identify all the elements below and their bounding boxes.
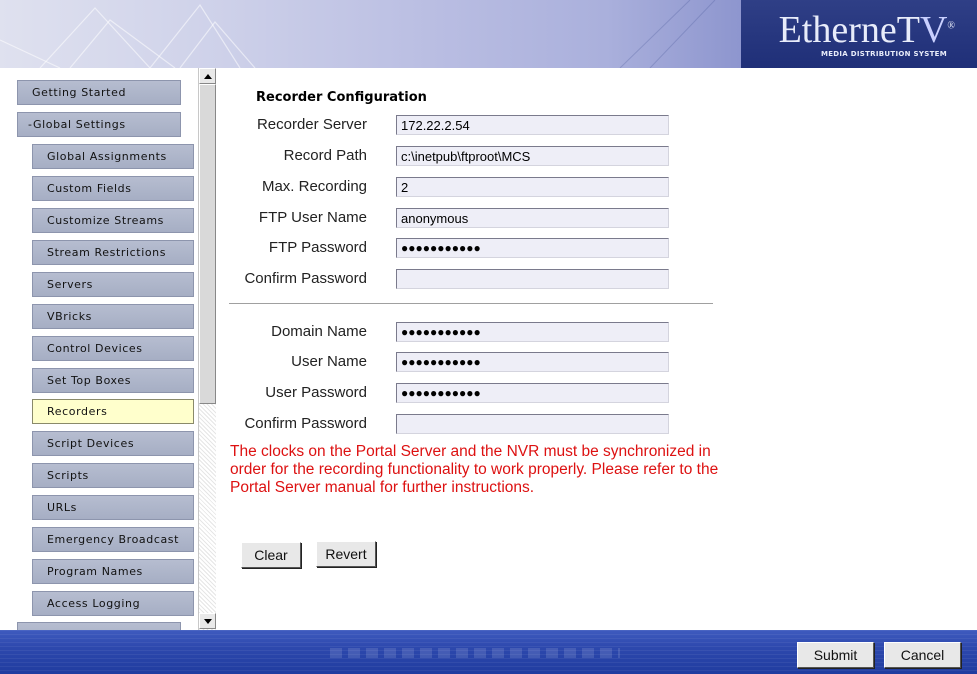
clear-button[interactable]: Clear bbox=[241, 542, 301, 568]
record-path-input[interactable]: c:\inetpub\ftproot\MCS bbox=[396, 146, 669, 166]
max-recording-input[interactable]: 2 bbox=[396, 177, 669, 197]
user-confirm-password-label: Confirm Password bbox=[244, 415, 367, 432]
ftp-confirm-password-input[interactable] bbox=[396, 269, 669, 289]
domain-name-input[interactable]: ●●●●●●●●●●● bbox=[396, 322, 669, 342]
page-title: Recorder Configuration bbox=[256, 90, 427, 105]
ftp-password-label: FTP Password bbox=[268, 239, 367, 256]
sidebar-item-recorders[interactable]: Recorders bbox=[32, 399, 194, 424]
sidebar-item-global-assignments[interactable]: Global Assignments bbox=[32, 144, 194, 169]
arrow-up-icon bbox=[204, 74, 212, 79]
revert-button[interactable]: Revert bbox=[316, 541, 376, 567]
recorder-server-label: Recorder Server bbox=[256, 116, 367, 133]
logo: EtherneTV® MEDIA DISTRIBUTION SYSTEM bbox=[741, 0, 977, 68]
sidebar-nav: Getting Started -Global Settings Global … bbox=[0, 68, 196, 630]
scroll-down-button[interactable] bbox=[199, 613, 216, 629]
user-confirm-password-input[interactable] bbox=[396, 414, 669, 434]
sidebar-item-stream-restrictions[interactable]: Stream Restrictions bbox=[32, 240, 194, 265]
arrow-down-icon bbox=[204, 619, 212, 624]
ftp-confirm-password-label: Confirm Password bbox=[244, 270, 367, 287]
record-path-label: Record Path bbox=[283, 147, 367, 164]
cancel-button[interactable]: Cancel bbox=[884, 642, 961, 668]
submit-button[interactable]: Submit bbox=[797, 642, 874, 668]
sidebar-item-customize-streams[interactable]: Customize Streams bbox=[32, 208, 194, 233]
sidebar-item-control-devices[interactable]: Control Devices bbox=[32, 336, 194, 361]
sidebar-item-urls[interactable]: URLs bbox=[32, 495, 194, 520]
clock-sync-warning: The clocks on the Portal Server and the … bbox=[230, 443, 719, 496]
domain-name-label: Domain Name bbox=[271, 323, 367, 340]
logo-text: EtherneTV® bbox=[778, 9, 955, 51]
sidebar-scrollbar[interactable] bbox=[198, 68, 216, 630]
footer-decoration bbox=[330, 648, 620, 658]
ftp-password-input[interactable]: ●●●●●●●●●●● bbox=[396, 238, 669, 258]
user-password-input[interactable]: ●●●●●●●●●●● bbox=[396, 383, 669, 403]
sidebar-item-vbricks[interactable]: VBricks bbox=[32, 304, 194, 329]
sidebar-item-custom-fields[interactable]: Custom Fields bbox=[32, 176, 194, 201]
main-content: Recorder Configuration Recorder Server 1… bbox=[216, 68, 977, 630]
footer-bar: Submit Cancel bbox=[0, 630, 977, 674]
sidebar-item-set-top-boxes[interactable]: Set Top Boxes bbox=[32, 368, 194, 393]
sidebar-item-program-names[interactable]: Program Names bbox=[32, 559, 194, 584]
recorder-server-input[interactable]: 172.22.2.54 bbox=[396, 115, 669, 135]
max-recording-label: Max. Recording bbox=[261, 178, 367, 195]
sidebar-item-script-devices[interactable]: Script Devices bbox=[32, 431, 194, 456]
logo-subtitle: MEDIA DISTRIBUTION SYSTEM bbox=[820, 50, 947, 58]
scroll-up-button[interactable] bbox=[199, 68, 216, 84]
user-name-input[interactable]: ●●●●●●●●●●● bbox=[396, 352, 669, 372]
sidebar-item-scripts[interactable]: Scripts bbox=[32, 463, 194, 488]
ftp-user-name-input[interactable]: anonymous bbox=[396, 208, 669, 228]
sidebar-item-servers[interactable]: Servers bbox=[32, 272, 194, 297]
user-name-label: User Name bbox=[291, 353, 367, 370]
header-banner: EtherneTV® MEDIA DISTRIBUTION SYSTEM bbox=[0, 0, 977, 68]
sidebar-item-access-logging[interactable]: Access Logging bbox=[32, 591, 194, 616]
sidebar-item-global-settings[interactable]: -Global Settings bbox=[17, 112, 181, 137]
section-divider bbox=[229, 303, 713, 304]
user-password-label: User Password bbox=[265, 384, 367, 401]
scrollbar-thumb[interactable] bbox=[199, 84, 216, 404]
sidebar-item-emergency-broadcast[interactable]: Emergency Broadcast bbox=[32, 527, 194, 552]
sidebar-item-getting-started[interactable]: Getting Started bbox=[17, 80, 181, 105]
ftp-user-name-label: FTP User Name bbox=[258, 209, 367, 226]
sidebar-item-partial[interactable] bbox=[17, 622, 181, 630]
